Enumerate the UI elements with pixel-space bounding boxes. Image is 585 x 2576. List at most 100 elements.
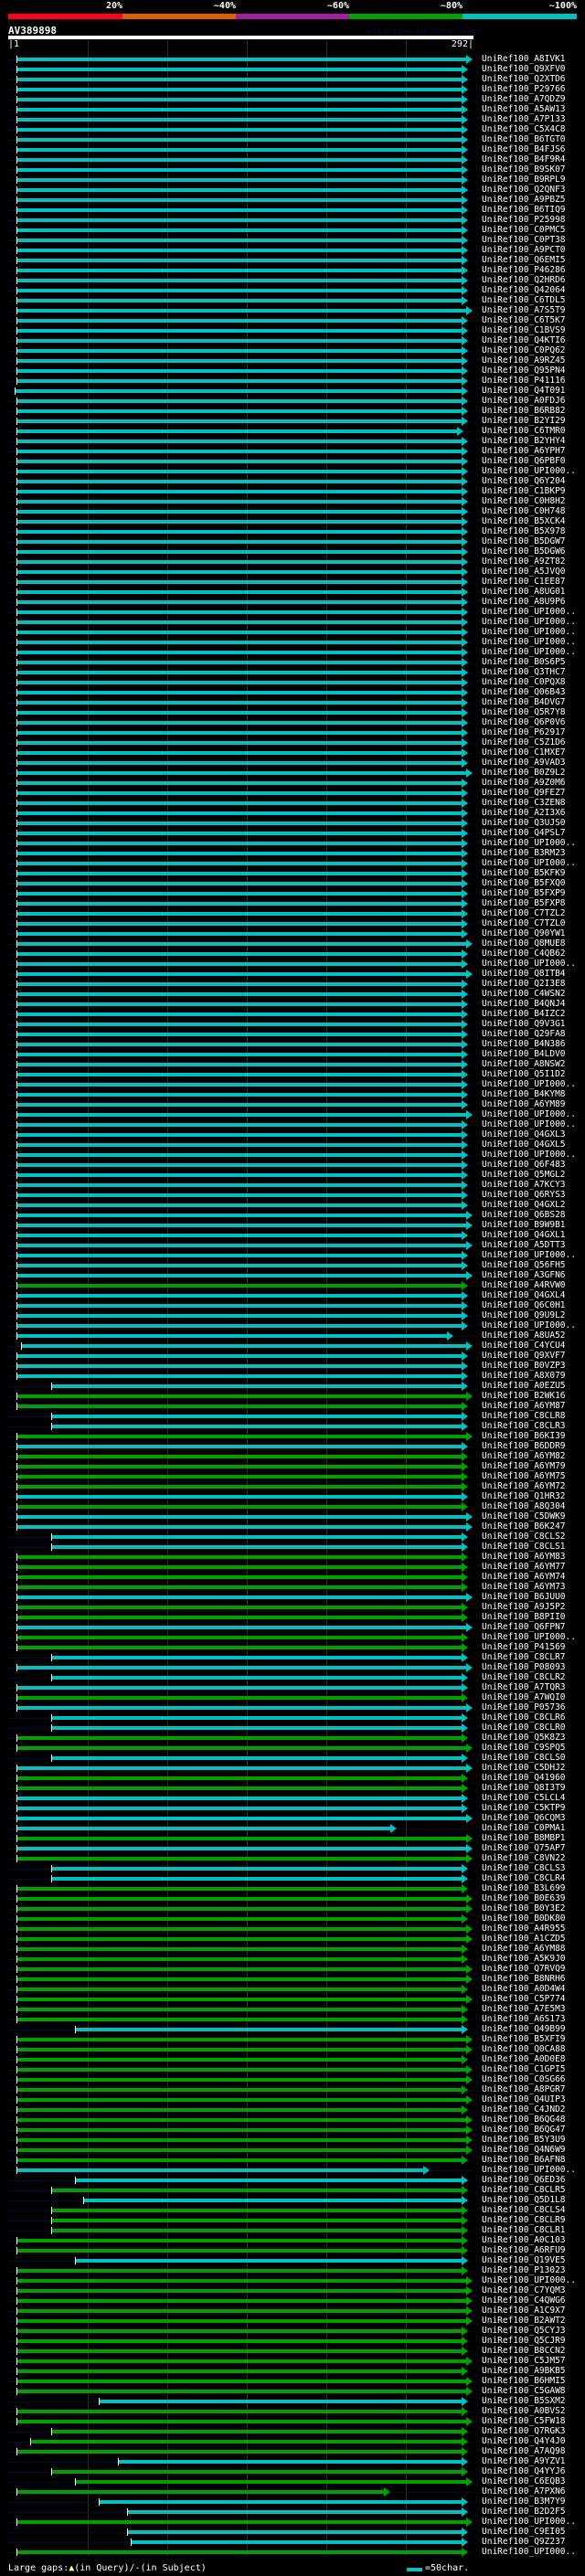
- subject-label[interactable]: UniRef100_Q0CA88: [482, 2044, 566, 2054]
- alignment-bar[interactable]: [16, 1977, 467, 1981]
- alignment-bar[interactable]: [16, 2279, 467, 2283]
- alignment-bar[interactable]: [16, 731, 462, 735]
- alignment-bar[interactable]: [16, 1947, 462, 1951]
- subject-label[interactable]: UniRef100_B4N386: [482, 1039, 566, 1049]
- alignment-bar[interactable]: [16, 2299, 467, 2303]
- alignment-bar[interactable]: [16, 1093, 462, 1097]
- alignment-bar[interactable]: [16, 2168, 424, 2172]
- subject-label[interactable]: UniRef100_B3RM23: [482, 848, 566, 858]
- alignment-bar[interactable]: [16, 78, 462, 81]
- alignment-bar[interactable]: [16, 942, 467, 946]
- alignment-bar[interactable]: [16, 1043, 462, 1046]
- alignment-bar[interactable]: [16, 2450, 462, 2454]
- alignment-bar[interactable]: [16, 2410, 462, 2413]
- alignment-bar[interactable]: [99, 2500, 462, 2504]
- alignment-bar[interactable]: [16, 178, 462, 182]
- subject-label[interactable]: UniRef100_A8PGR7: [482, 2084, 566, 2094]
- subject-label[interactable]: UniRef100_Q4PSL7: [482, 828, 566, 838]
- alignment-bar[interactable]: [16, 359, 462, 363]
- subject-label[interactable]: UniRef100_C0H748: [482, 506, 566, 516]
- subject-label[interactable]: UniRef100_C0SG66: [482, 2074, 566, 2084]
- subject-label[interactable]: UniRef100_B6KI39: [482, 1431, 566, 1441]
- subject-label[interactable]: UniRef100_UPI000..: [482, 2165, 576, 2175]
- subject-label[interactable]: UniRef100_C4QWG6: [482, 2295, 566, 2306]
- alignment-bar[interactable]: [16, 1907, 467, 1911]
- subject-label[interactable]: UniRef100_Q2HRD6: [482, 275, 566, 285]
- alignment-bar[interactable]: [16, 620, 462, 624]
- subject-label[interactable]: UniRef100_Q4T091: [482, 386, 566, 396]
- alignment-bar[interactable]: [16, 2390, 467, 2393]
- alignment-bar[interactable]: [16, 2038, 467, 2041]
- subject-label[interactable]: UniRef100_A8Q304: [482, 1501, 566, 1511]
- alignment-bar[interactable]: [16, 761, 462, 765]
- alignment-bar[interactable]: [16, 992, 462, 996]
- alignment-bar[interactable]: [16, 1023, 462, 1026]
- subject-label[interactable]: UniRef100_UPI000..: [482, 1250, 576, 1260]
- subject-label[interactable]: UniRef100_UPI000..: [482, 1109, 576, 1119]
- subject-label[interactable]: UniRef100_A9J5P2: [482, 1602, 566, 1612]
- alignment-bar[interactable]: [16, 1083, 462, 1087]
- subject-label[interactable]: UniRef100_UPI000..: [482, 1119, 576, 1129]
- subject-label[interactable]: UniRef100_A6YM72: [482, 1481, 566, 1491]
- subject-label[interactable]: UniRef100_Q8I3T9: [482, 1783, 566, 1793]
- subject-label[interactable]: UniRef100_UPI000..: [482, 607, 576, 617]
- alignment-bar[interactable]: [16, 88, 462, 91]
- alignment-bar[interactable]: [16, 1163, 462, 1167]
- subject-label[interactable]: UniRef100_A7S5T9: [482, 305, 566, 315]
- alignment-bar[interactable]: [16, 98, 462, 101]
- subject-label[interactable]: UniRef100_UPI000..: [482, 2517, 576, 2527]
- subject-label[interactable]: UniRef100_UPI000..: [482, 1632, 576, 1642]
- subject-label[interactable]: UniRef100_A9RZ45: [482, 355, 566, 366]
- subject-label[interactable]: UniRef100_Q5K8Z3: [482, 1733, 566, 1743]
- alignment-bar[interactable]: [16, 1937, 467, 1941]
- subject-label[interactable]: UniRef100_A7AQ98: [482, 2446, 566, 2456]
- subject-label[interactable]: UniRef100_Q6F483: [482, 1160, 566, 1170]
- subject-label[interactable]: UniRef100_UPI000..: [482, 466, 576, 476]
- alignment-bar[interactable]: [16, 118, 462, 122]
- alignment-bar[interactable]: [14, 389, 462, 393]
- alignment-bar[interactable]: [16, 932, 462, 936]
- alignment-bar[interactable]: [16, 1465, 462, 1468]
- subject-label[interactable]: UniRef100_Q2XTD6: [482, 74, 566, 84]
- alignment-bar[interactable]: [16, 2239, 462, 2242]
- subject-label[interactable]: UniRef100_P41569: [482, 1642, 566, 1652]
- subject-label[interactable]: UniRef100_Q5R7Y8: [482, 707, 566, 717]
- alignment-bar[interactable]: [16, 228, 462, 232]
- subject-label[interactable]: UniRef100_Q95PN4: [482, 366, 566, 376]
- alignment-bar[interactable]: [75, 2259, 462, 2263]
- subject-label[interactable]: UniRef100_B8MBP1: [482, 1833, 566, 1843]
- subject-label[interactable]: UniRef100_B0E639: [482, 1893, 566, 1903]
- subject-label[interactable]: UniRef100_Q56FH5: [482, 1260, 566, 1270]
- alignment-bar[interactable]: [16, 1967, 467, 1971]
- alignment-bar[interactable]: [16, 862, 462, 865]
- subject-label[interactable]: UniRef100_B6QG47: [482, 2125, 566, 2135]
- subject-label[interactable]: UniRef100_B8NRH6: [482, 1974, 566, 1984]
- subject-label[interactable]: UniRef100_Q7RGK3: [482, 2426, 566, 2436]
- alignment-bar[interactable]: [16, 982, 462, 986]
- alignment-bar[interactable]: [16, 1595, 467, 1599]
- subject-label[interactable]: UniRef100_A6YM88: [482, 1944, 566, 1954]
- subject-label[interactable]: UniRef100_A6YM87: [482, 1401, 566, 1411]
- subject-label[interactable]: UniRef100_C0PQ62: [482, 345, 566, 355]
- alignment-bar[interactable]: [16, 2048, 467, 2051]
- subject-label[interactable]: UniRef100_Q4UIP3: [482, 2094, 566, 2104]
- alignment-bar[interactable]: [82, 2199, 462, 2202]
- subject-label[interactable]: UniRef100_Q2QNF3: [482, 185, 566, 195]
- alignment-bar[interactable]: [16, 1314, 462, 1318]
- subject-label[interactable]: UniRef100_Q4GXL5: [482, 1140, 566, 1150]
- subject-label[interactable]: UniRef100_C8CLR4: [482, 1873, 566, 1883]
- subject-label[interactable]: UniRef100_Q5MGL2: [482, 1170, 566, 1180]
- alignment-bar[interactable]: [16, 550, 462, 554]
- subject-label[interactable]: UniRef100_Q4GXL1: [482, 1230, 566, 1240]
- subject-label[interactable]: UniRef100_C8CLR9: [482, 2215, 566, 2225]
- subject-label[interactable]: UniRef100_Q6PBF0: [482, 456, 566, 466]
- alignment-bar[interactable]: [16, 1445, 462, 1448]
- alignment-bar[interactable]: [50, 1676, 462, 1680]
- subject-label[interactable]: UniRef100_A9ZT82: [482, 557, 566, 567]
- alignment-bar[interactable]: [16, 1998, 467, 2001]
- alignment-bar[interactable]: [16, 1113, 467, 1117]
- alignment-bar[interactable]: [16, 1394, 467, 1398]
- alignment-bar[interactable]: [16, 1957, 462, 1961]
- subject-label[interactable]: UniRef100_A5JVQ0: [482, 567, 566, 577]
- subject-label[interactable]: UniRef100_C4QB62: [482, 949, 566, 959]
